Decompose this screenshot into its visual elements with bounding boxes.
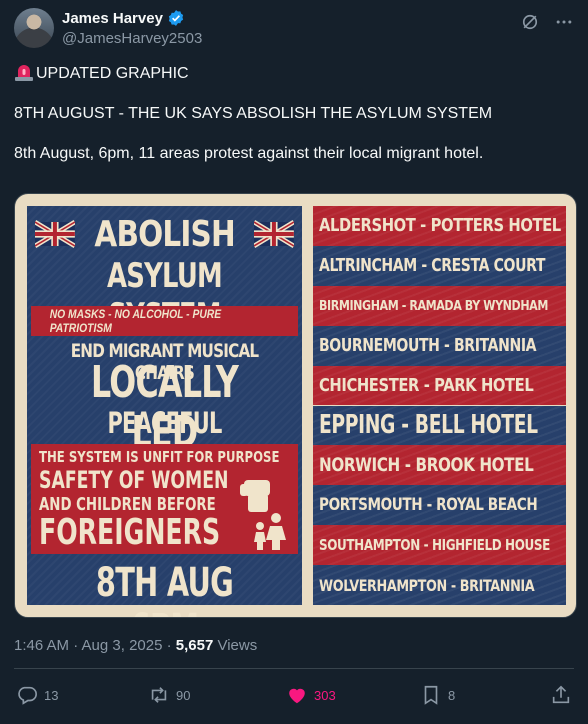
poster-location-row: ALTRINCHAM - CRESTA COURT — [313, 245, 566, 286]
more-options-icon[interactable] — [554, 12, 574, 32]
author-names: James Harvey @JamesHarvey2503 — [62, 9, 202, 47]
tweet-text: UPDATED GRAPHIC 8TH AUGUST - THE UK SAYS… — [14, 62, 574, 184]
like-count: 303 — [314, 687, 336, 703]
tweet-line-3: 8th August, 6pm, 11 areas protest agains… — [14, 145, 484, 162]
tweet-image[interactable]: ABOLISH ASYLUM SYSTEM NO MASKS - NO ALCO… — [14, 193, 577, 618]
tweet-line-1: UPDATED GRAPHIC — [14, 62, 574, 84]
poster-location-row: NORWICH - BROOK HOTEL — [313, 445, 566, 486]
repost-button[interactable]: 90 — [148, 684, 190, 706]
poster-location-text: NORWICH - BROOK HOTEL — [319, 454, 534, 477]
poster-location-row: SOUTHAMPTON - HIGHFIELD HOUSE — [313, 525, 566, 566]
poster-location-row: PORTSMOUTH - ROYAL BEACH — [313, 485, 566, 526]
poster-location-row: BIRMINGHAM - RAMADA BY WYNDHAM — [313, 285, 566, 326]
poster-title-1: ABOLISH — [94, 213, 235, 255]
repost-count: 90 — [176, 687, 191, 703]
tweet-line-2: 8TH AUGUST - THE UK SAYS ABSOLISH THE AS… — [14, 105, 493, 122]
poster-red-line-a: THE SYSTEM IS UNFIT FOR PURPOSE — [39, 448, 280, 466]
raised-fist-family-icon — [240, 480, 286, 550]
poster-red-line-d: FOREIGNERS — [39, 512, 221, 553]
poster-location-text: CHICHESTER - PARK HOTEL — [319, 375, 534, 397]
poster-title-row: ABOLISH — [35, 213, 294, 255]
author-display-name-row[interactable]: James Harvey — [62, 9, 185, 27]
reply-button[interactable]: 13 — [16, 684, 58, 706]
poster-location-row: WOLVERHAMPTON - BRITANNIA — [313, 565, 566, 605]
poster-location-text: SOUTHAMPTON - HIGHFIELD HOUSE — [319, 536, 550, 555]
poster-red-line-b: SAFETY OF WOMEN — [39, 466, 229, 494]
poster-location-text: BOURNEMOUTH - BRITANNIA — [319, 335, 537, 357]
like-button[interactable]: 303 — [286, 684, 336, 706]
poster-subtitle-bar: NO MASKS - NO ALCOHOL - PURE PATRIOTISM — [31, 306, 298, 336]
union-jack-icon — [35, 220, 75, 248]
poster-location-text: ALTRINCHAM - CRESTA COURT — [319, 255, 546, 277]
poster-location-text: BIRMINGHAM - RAMADA BY WYNDHAM — [319, 297, 548, 314]
poster-red-block: THE SYSTEM IS UNFIT FOR PURPOSE SAFETY O… — [31, 444, 298, 554]
poster-location-text: EPPING - BELL HOTEL — [319, 410, 538, 441]
poster-location-text: ALDERSHOT - POTTERS HOTEL — [319, 215, 561, 237]
poster-location-text: WOLVERHAMPTON - BRITANNIA — [319, 575, 535, 595]
views-count: 5,657 — [175, 637, 214, 654]
tweet-meta: 1:46 AM · Aug 3, 2025 · 5,657 Views — [14, 637, 257, 654]
author-handle[interactable]: @JamesHarvey2503 — [62, 30, 202, 47]
poster-left-panel: ABOLISH ASYLUM SYSTEM NO MASKS - NO ALCO… — [27, 206, 302, 617]
poster-date: 8TH AUG 6PM — [95, 560, 234, 617]
poster-location-row: CHICHESTER - PARK HOTEL — [313, 365, 566, 406]
poster-subtitle: NO MASKS - NO ALCOHOL - PURE PATRIOTISM — [49, 307, 222, 335]
tweet-header: James Harvey @JamesHarvey2503 — [14, 8, 574, 48]
avatar[interactable] — [14, 8, 54, 48]
poster-location-row: BOURNEMOUTH - BRITANNIA — [313, 325, 566, 366]
verified-badge-icon — [168, 10, 184, 26]
share-icon — [552, 685, 570, 704]
divider — [14, 668, 574, 669]
author-display-name[interactable]: James Harvey — [62, 10, 163, 27]
poster-locations-panel: ALDERSHOT - POTTERS HOTEL ALTRINCHAM - CR… — [313, 206, 566, 605]
share-button[interactable] — [550, 684, 572, 706]
union-jack-icon — [254, 220, 294, 248]
grok-icon[interactable] — [520, 12, 540, 32]
bookmark-count: 8 — [448, 687, 456, 703]
tweet-actions: 13 90 303 8 — [14, 684, 574, 712]
poster-location-row: EPPING - BELL HOTEL — [313, 405, 566, 446]
poster-location-text: PORTSMOUTH - ROYAL BEACH — [319, 495, 538, 516]
reply-count: 13 — [44, 687, 59, 703]
views-label: Views — [213, 637, 258, 654]
bookmark-icon — [424, 685, 438, 705]
poster-location-row: ALDERSHOT - POTTERS HOTEL — [313, 206, 566, 246]
tweet-timestamp[interactable]: 1:46 AM · Aug 3, 2025 · — [14, 637, 176, 654]
tweet-line-1-text: UPDATED GRAPHIC — [36, 65, 189, 82]
bookmark-button[interactable]: 8 — [420, 684, 455, 706]
reply-icon — [18, 686, 37, 705]
repost-icon — [151, 687, 167, 703]
heart-icon — [289, 688, 305, 704]
header-actions — [520, 12, 574, 32]
siren-icon — [15, 65, 33, 81]
